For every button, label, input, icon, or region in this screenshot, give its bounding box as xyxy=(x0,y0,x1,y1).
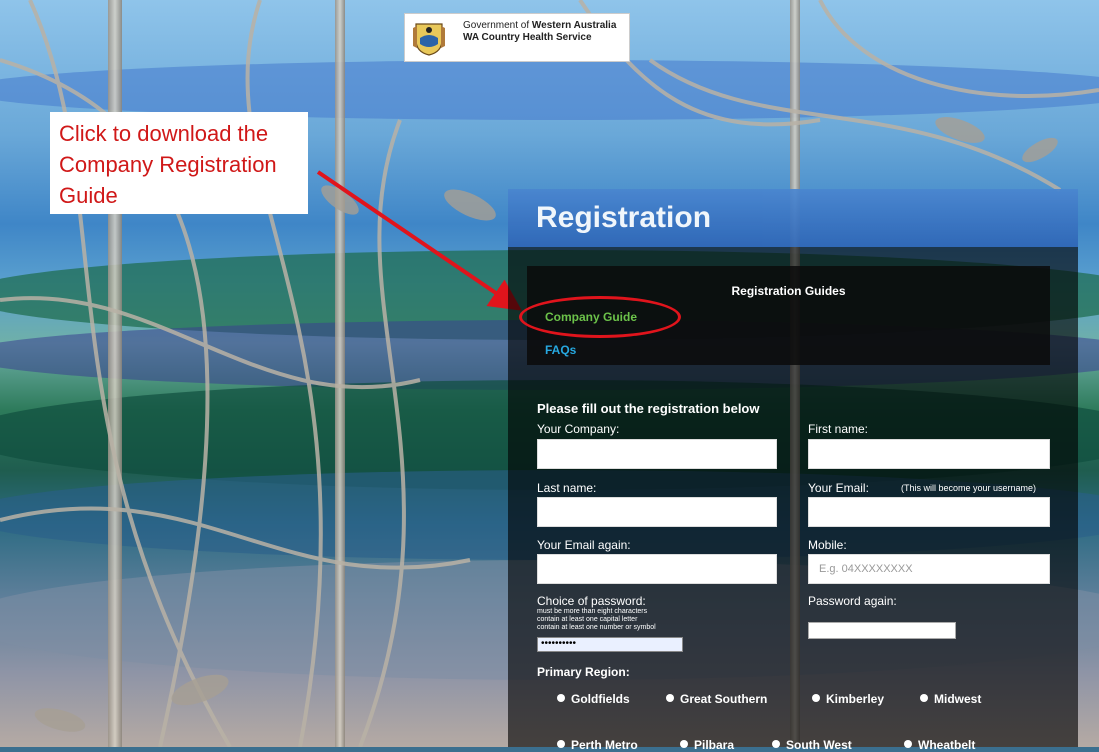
region-radio-goldfields[interactable]: Goldfields xyxy=(557,692,630,706)
government-logo: Government of Western Australia WA Count… xyxy=(404,13,630,62)
region-radio-wheatbelt[interactable]: Wheatbelt xyxy=(904,738,975,752)
form-title: Please fill out the registration below xyxy=(537,401,760,416)
region-radio-great-southern[interactable]: Great Southern xyxy=(666,692,767,706)
radio-dot-icon xyxy=(666,694,674,702)
password-again-label: Password again: xyxy=(808,594,897,608)
mobile-input[interactable] xyxy=(808,554,1050,584)
email-note: (This will become your username) xyxy=(901,483,1037,493)
wa-crest-icon xyxy=(413,23,445,56)
page-title: Registration xyxy=(536,201,712,234)
last-name-label: Last name: xyxy=(537,481,597,495)
company-input[interactable] xyxy=(537,439,777,469)
region-radio-pilbara[interactable]: Pilbara xyxy=(680,738,734,752)
mobile-label: Mobile: xyxy=(808,538,847,552)
faqs-link[interactable]: FAQs xyxy=(545,343,576,357)
password-input[interactable]: •••••••••• xyxy=(537,637,683,652)
first-name-input[interactable] xyxy=(808,439,1050,469)
password-rules: must be more than eight characters conta… xyxy=(537,608,656,632)
email-label: Your Email: xyxy=(808,481,869,495)
region-radio-midwest[interactable]: Midwest xyxy=(920,692,981,706)
region-radio-perth-metro[interactable]: Perth Metro xyxy=(557,738,638,752)
government-name: Government of Western Australia xyxy=(463,20,617,31)
region-radio-south-west[interactable]: South West xyxy=(772,738,852,752)
radio-dot-icon xyxy=(812,694,820,702)
email-again-label: Your Email again: xyxy=(537,538,631,552)
region-radio-kimberley[interactable]: Kimberley xyxy=(812,692,884,706)
radio-dot-icon xyxy=(920,694,928,702)
primary-region-label: Primary Region: xyxy=(537,665,630,679)
password-label: Choice of password: xyxy=(537,594,646,608)
company-label: Your Company: xyxy=(537,422,620,436)
last-name-input[interactable] xyxy=(537,497,777,527)
annotation-text: Click to download the Company Registrati… xyxy=(59,121,277,208)
annotation-callout: Click to download the Company Registrati… xyxy=(50,112,308,214)
radio-dot-icon xyxy=(557,694,565,702)
password-rule: contain at least one number or symbol xyxy=(537,624,656,631)
email-input[interactable] xyxy=(808,497,1050,527)
password-rule: contain at least one capital letter xyxy=(537,616,638,623)
annotation-circle xyxy=(519,296,681,338)
first-name-label: First name: xyxy=(808,422,869,436)
email-again-input[interactable] xyxy=(537,554,777,584)
service-name: WA Country Health Service xyxy=(463,32,592,43)
password-rule: must be more than eight characters xyxy=(537,608,648,615)
registration-header: Registration xyxy=(508,189,1078,247)
password-again-input[interactable] xyxy=(808,622,956,639)
